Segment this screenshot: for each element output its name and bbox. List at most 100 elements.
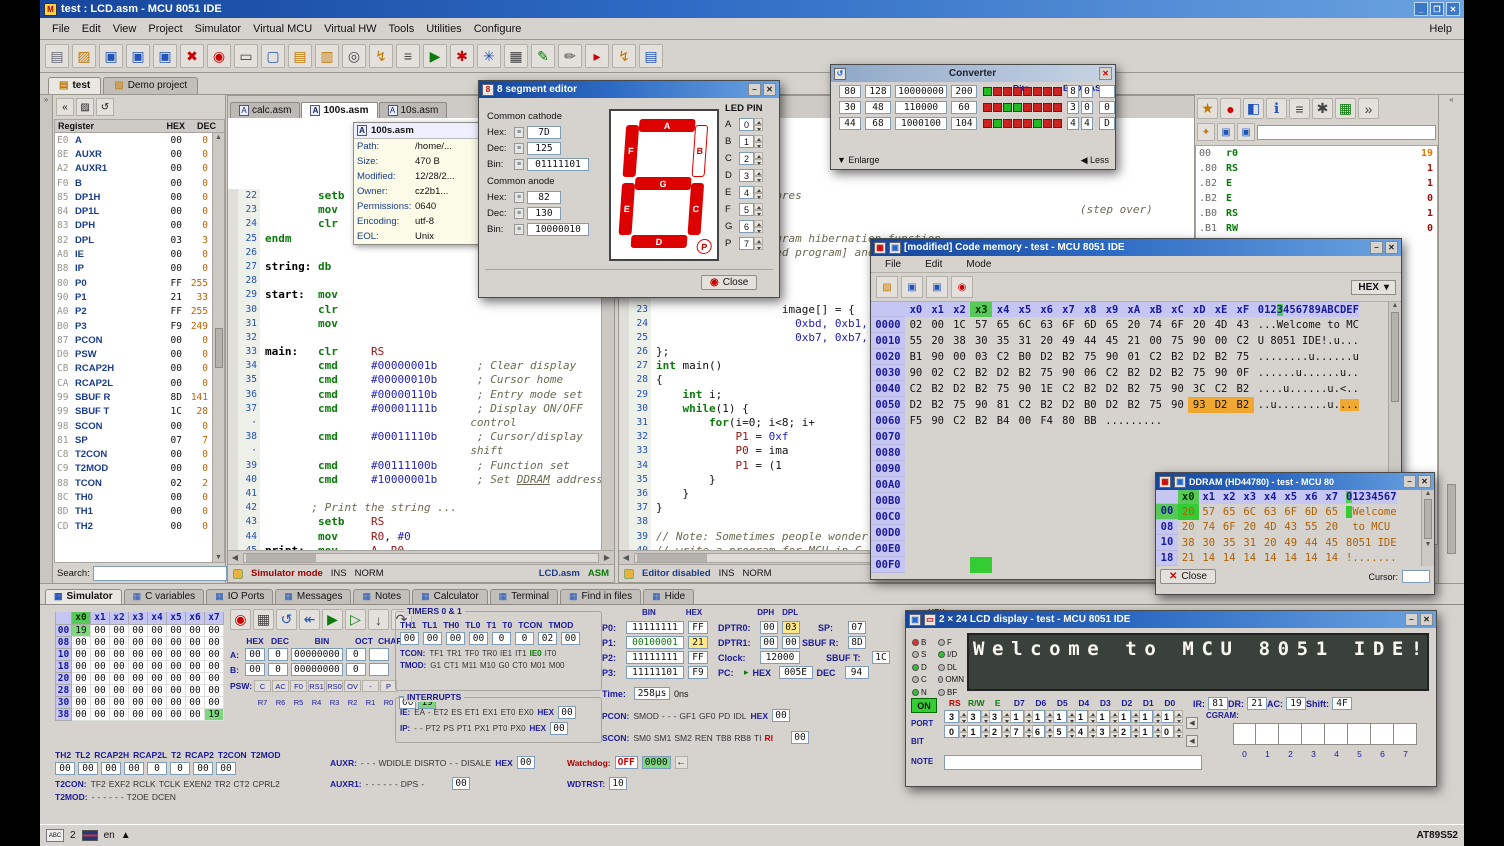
menu-item[interactable]: File	[879, 257, 907, 272]
code-line[interactable]: 42 ; Print the string ...	[228, 501, 614, 515]
memory-cell[interactable]: 00	[91, 673, 110, 685]
bit-toggle[interactable]: TI	[754, 733, 762, 743]
animate-icon[interactable]: ▷	[345, 609, 366, 630]
memory-cell[interactable]: 00	[72, 637, 91, 649]
bit-square[interactable]	[983, 87, 992, 96]
memory-cell[interactable]: 00	[148, 685, 167, 697]
settings-icon[interactable]: ✱	[1312, 98, 1333, 119]
gutter-mark[interactable]	[228, 515, 238, 529]
memory-cell[interactable]: 00	[167, 637, 186, 649]
timer-value[interactable]: 00	[423, 632, 442, 645]
memory-cell[interactable]: 00	[205, 625, 224, 637]
hex-cell[interactable]: 6D	[1301, 504, 1322, 520]
reset-icon[interactable]: ↺	[276, 609, 297, 630]
memory-cell[interactable]: 00	[72, 673, 91, 685]
hex-cell[interactable]: F4	[1036, 413, 1058, 429]
bit-toggle[interactable]: TF0	[465, 649, 479, 658]
bit-toggle[interactable]: ET2	[434, 708, 449, 717]
hex-cell[interactable]: 14	[1199, 551, 1220, 567]
less-button[interactable]: ◀ Less	[1081, 155, 1109, 166]
cgram-cell[interactable]	[1325, 723, 1348, 745]
close-button[interactable]: ✕	[1099, 67, 1112, 80]
cgram-cell[interactable]	[1394, 723, 1417, 745]
hex-cell[interactable]: 6F	[1219, 520, 1240, 536]
hex-cell[interactable]: 21	[1178, 551, 1199, 567]
memory-cell[interactable]: 00	[205, 649, 224, 661]
pin-spinbox[interactable]: 7	[739, 237, 763, 250]
hex-cell[interactable]: B2	[1014, 365, 1036, 381]
bit-square[interactable]	[1023, 119, 1032, 128]
hex-cell[interactable]	[927, 557, 949, 573]
memory-cell[interactable]: 00	[110, 673, 129, 685]
memory-cell[interactable]: 19	[72, 625, 91, 637]
port-bin[interactable]: 11111111	[626, 621, 684, 634]
bit-toggle[interactable]: -	[367, 758, 370, 768]
code-line[interactable]: 43 setb RS	[228, 515, 614, 529]
bit-square[interactable]	[983, 119, 992, 128]
bit-toggle[interactable]: DISRTO	[415, 758, 447, 768]
memory-cell[interactable]: 00	[205, 637, 224, 649]
bit-toggle[interactable]: -	[121, 792, 124, 802]
bottom-tab[interactable]: ▦Calculator	[412, 589, 488, 604]
bit-toggle[interactable]: ET1	[465, 708, 480, 717]
gutter-mark[interactable]	[228, 303, 238, 317]
menu-item[interactable]: Utilities	[420, 21, 467, 37]
bit-spinbox[interactable]: 6	[1030, 725, 1054, 738]
gutter-mark[interactable]	[228, 232, 238, 246]
bcd-low[interactable]: 0	[1081, 101, 1093, 114]
gutter-mark[interactable]	[228, 487, 238, 501]
port-spinbox[interactable]: 3	[944, 710, 968, 723]
memory-cell[interactable]: 00	[129, 673, 148, 685]
memory-cell[interactable]: 00	[148, 673, 167, 685]
bit-toggle[interactable]: EXF2	[109, 779, 130, 789]
hex-cell[interactable]: 43	[1281, 520, 1302, 536]
memory-cell[interactable]: 00	[148, 697, 167, 709]
hex-cell[interactable]: 65	[1322, 504, 1343, 520]
memory-cell[interactable]: 00	[129, 709, 148, 721]
bit-square[interactable]	[993, 103, 1002, 112]
watch-row[interactable]: .B0 RS 1	[1196, 206, 1437, 221]
timer-value[interactable]: 0	[515, 632, 534, 645]
hex-cell[interactable]: 1C	[949, 317, 971, 333]
register-row[interactable]: F0 B 00 0	[55, 176, 212, 190]
hex-cell[interactable]: 55	[905, 333, 927, 349]
hex-cell[interactable]: 20	[1178, 504, 1199, 520]
hex-cell[interactable]: 90	[1167, 381, 1189, 397]
bit-square[interactable]	[1003, 119, 1012, 128]
gutter-mark[interactable]	[619, 303, 629, 317]
hex-cell[interactable]: 44	[1301, 535, 1322, 551]
bin-input[interactable]: 1000100	[895, 117, 947, 130]
memory-cell[interactable]: 00	[110, 709, 129, 721]
register-row[interactable]: 8E AUXR 00 0	[55, 147, 212, 161]
language-flag-icon[interactable]	[82, 830, 98, 841]
open-project-icon[interactable]: ▥	[315, 44, 339, 68]
port-spinbox[interactable]: 1	[1116, 710, 1140, 723]
code-line[interactable]: 35 cmd #00000010b ; Cursor home	[228, 373, 614, 387]
timer-value[interactable]: 0	[492, 632, 511, 645]
memory-cell[interactable]: 00	[129, 661, 148, 673]
register-row[interactable]: CD TH2 00 0	[55, 519, 212, 533]
hex-cell[interactable]: 14	[1281, 551, 1302, 567]
code-line[interactable]: · control	[228, 416, 614, 430]
editor-tab[interactable]: Acalc.asm	[230, 102, 300, 118]
close-button[interactable]: ✕	[1420, 613, 1433, 626]
hex-cell[interactable]: B2	[927, 381, 949, 397]
hex-input[interactable]: 30	[839, 101, 861, 114]
code-line[interactable]: 44 mov R0, #0	[228, 530, 614, 544]
gutter-mark[interactable]	[619, 459, 629, 473]
menu-item[interactable]: Edit	[76, 21, 107, 37]
hex-cell[interactable]: 6C	[1014, 317, 1036, 333]
register-value[interactable]: 00	[245, 663, 265, 676]
code-line[interactable]: 31 mov	[228, 317, 614, 331]
hex-cell[interactable]: B2	[970, 413, 992, 429]
minimize-button[interactable]: –	[1403, 475, 1416, 488]
timer2-value[interactable]: 00	[193, 762, 213, 775]
breakpoint-icon[interactable]: ●	[1220, 98, 1241, 119]
hex-cell[interactable]: 63	[1036, 317, 1058, 333]
bit-toggle[interactable]: -	[449, 758, 452, 768]
hex-cell[interactable]: 21	[1123, 333, 1145, 349]
hex-cell[interactable]: 20	[1178, 520, 1199, 536]
gutter-mark[interactable]	[619, 373, 629, 387]
open-icon[interactable]: ▨	[76, 98, 94, 116]
bit-square[interactable]	[1023, 103, 1032, 112]
